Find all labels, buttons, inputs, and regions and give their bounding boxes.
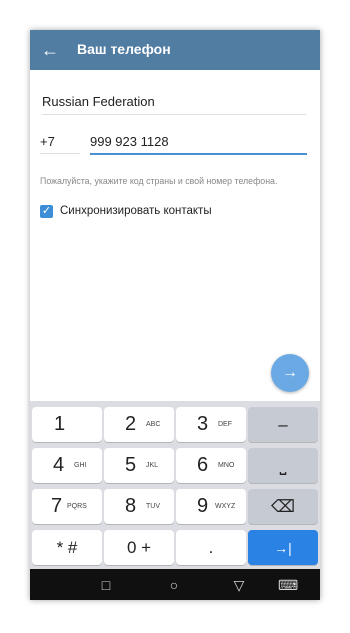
arrow-right-icon: → — [282, 364, 298, 381]
key-3[interactable]: 3 DEF — [176, 407, 246, 442]
arrow-left-icon[interactable]: ← — [40, 40, 60, 60]
key-symbols: . — [208, 538, 214, 557]
key-enter[interactable]: →| — [248, 530, 318, 565]
page-title: Ваш телефон — [77, 41, 171, 57]
country-field[interactable]: Russian Federation — [42, 92, 306, 115]
key-letters: GHI — [74, 462, 87, 469]
key-number: 9 — [197, 495, 209, 517]
country-code-field[interactable]: +7 — [40, 133, 80, 154]
key-letters: MNO — [218, 462, 235, 469]
key-letters: JKL — [146, 462, 159, 469]
app-bar: ← Ваш телефон — [30, 30, 320, 70]
key-number: 3 — [197, 413, 209, 435]
space-icon: ⎵ — [279, 456, 287, 475]
key-number: 8 — [125, 495, 137, 517]
key-7[interactable]: 7 PQRS — [32, 489, 102, 524]
phone-number-field[interactable]: 999 923 1128 — [90, 133, 307, 155]
key-letters: PQRS — [67, 503, 87, 510]
backspace-icon: ⌫ — [270, 497, 296, 516]
key-number: 0 + — [126, 538, 152, 557]
key-number: 1 — [54, 413, 66, 435]
key-symbols: * # — [56, 538, 78, 557]
checkmark-icon: ✓ — [41, 205, 52, 217]
hint-text: Пожалуйста, укажите код страны и свой но… — [40, 176, 278, 186]
phone-screen: ← Ваш телефон Russian Federation +7 999 … — [30, 30, 320, 600]
key-5[interactable]: 5 JKL — [104, 448, 174, 483]
key-number: 4 — [53, 454, 65, 476]
square-icon[interactable]: □ — [96, 575, 116, 595]
next-button[interactable]: → — [271, 354, 309, 392]
key-1[interactable]: 1 — [32, 407, 102, 442]
keyboard-icon[interactable]: ⌨ — [278, 575, 298, 595]
sync-contacts-checkbox[interactable]: ✓ — [40, 205, 53, 218]
key-space[interactable]: ⎵ — [248, 448, 318, 483]
key-backspace[interactable]: ⌫ — [248, 489, 318, 524]
key-9[interactable]: 9 WXYZ — [176, 489, 246, 524]
key-star-hash[interactable]: * # — [32, 530, 102, 565]
key-number: 6 — [197, 454, 209, 476]
circle-icon[interactable]: ○ — [164, 575, 184, 595]
key-2[interactable]: 2 ABC — [104, 407, 174, 442]
system-navbar: □ ○ ▽ ⌨ — [30, 569, 320, 600]
numeric-keyboard: 1 2 ABC 3 DEF – 4 GHI 5 JKL 6 MNO ⎵ 7 PQ… — [30, 401, 320, 569]
key-0[interactable]: 0 + — [104, 530, 174, 565]
key-number: 2 — [125, 413, 137, 435]
minus-icon: – — [278, 415, 288, 434]
key-letters: DEF — [218, 421, 232, 428]
key-letters: ABC — [146, 421, 161, 428]
key-4[interactable]: 4 GHI — [32, 448, 102, 483]
key-6[interactable]: 6 MNO — [176, 448, 246, 483]
key-dot[interactable]: . — [176, 530, 246, 565]
key-8[interactable]: 8 TUV — [104, 489, 174, 524]
key-number: 7 — [51, 495, 63, 517]
triangle-icon[interactable]: ▽ — [229, 575, 249, 595]
enter-icon: →| — [274, 540, 292, 556]
sync-contacts-label: Синхронизировать контакты — [60, 205, 212, 217]
key-letters: WXYZ — [215, 503, 236, 510]
key-number: 5 — [125, 454, 137, 476]
key-minus[interactable]: – — [248, 407, 318, 442]
key-letters: TUV — [146, 503, 160, 510]
